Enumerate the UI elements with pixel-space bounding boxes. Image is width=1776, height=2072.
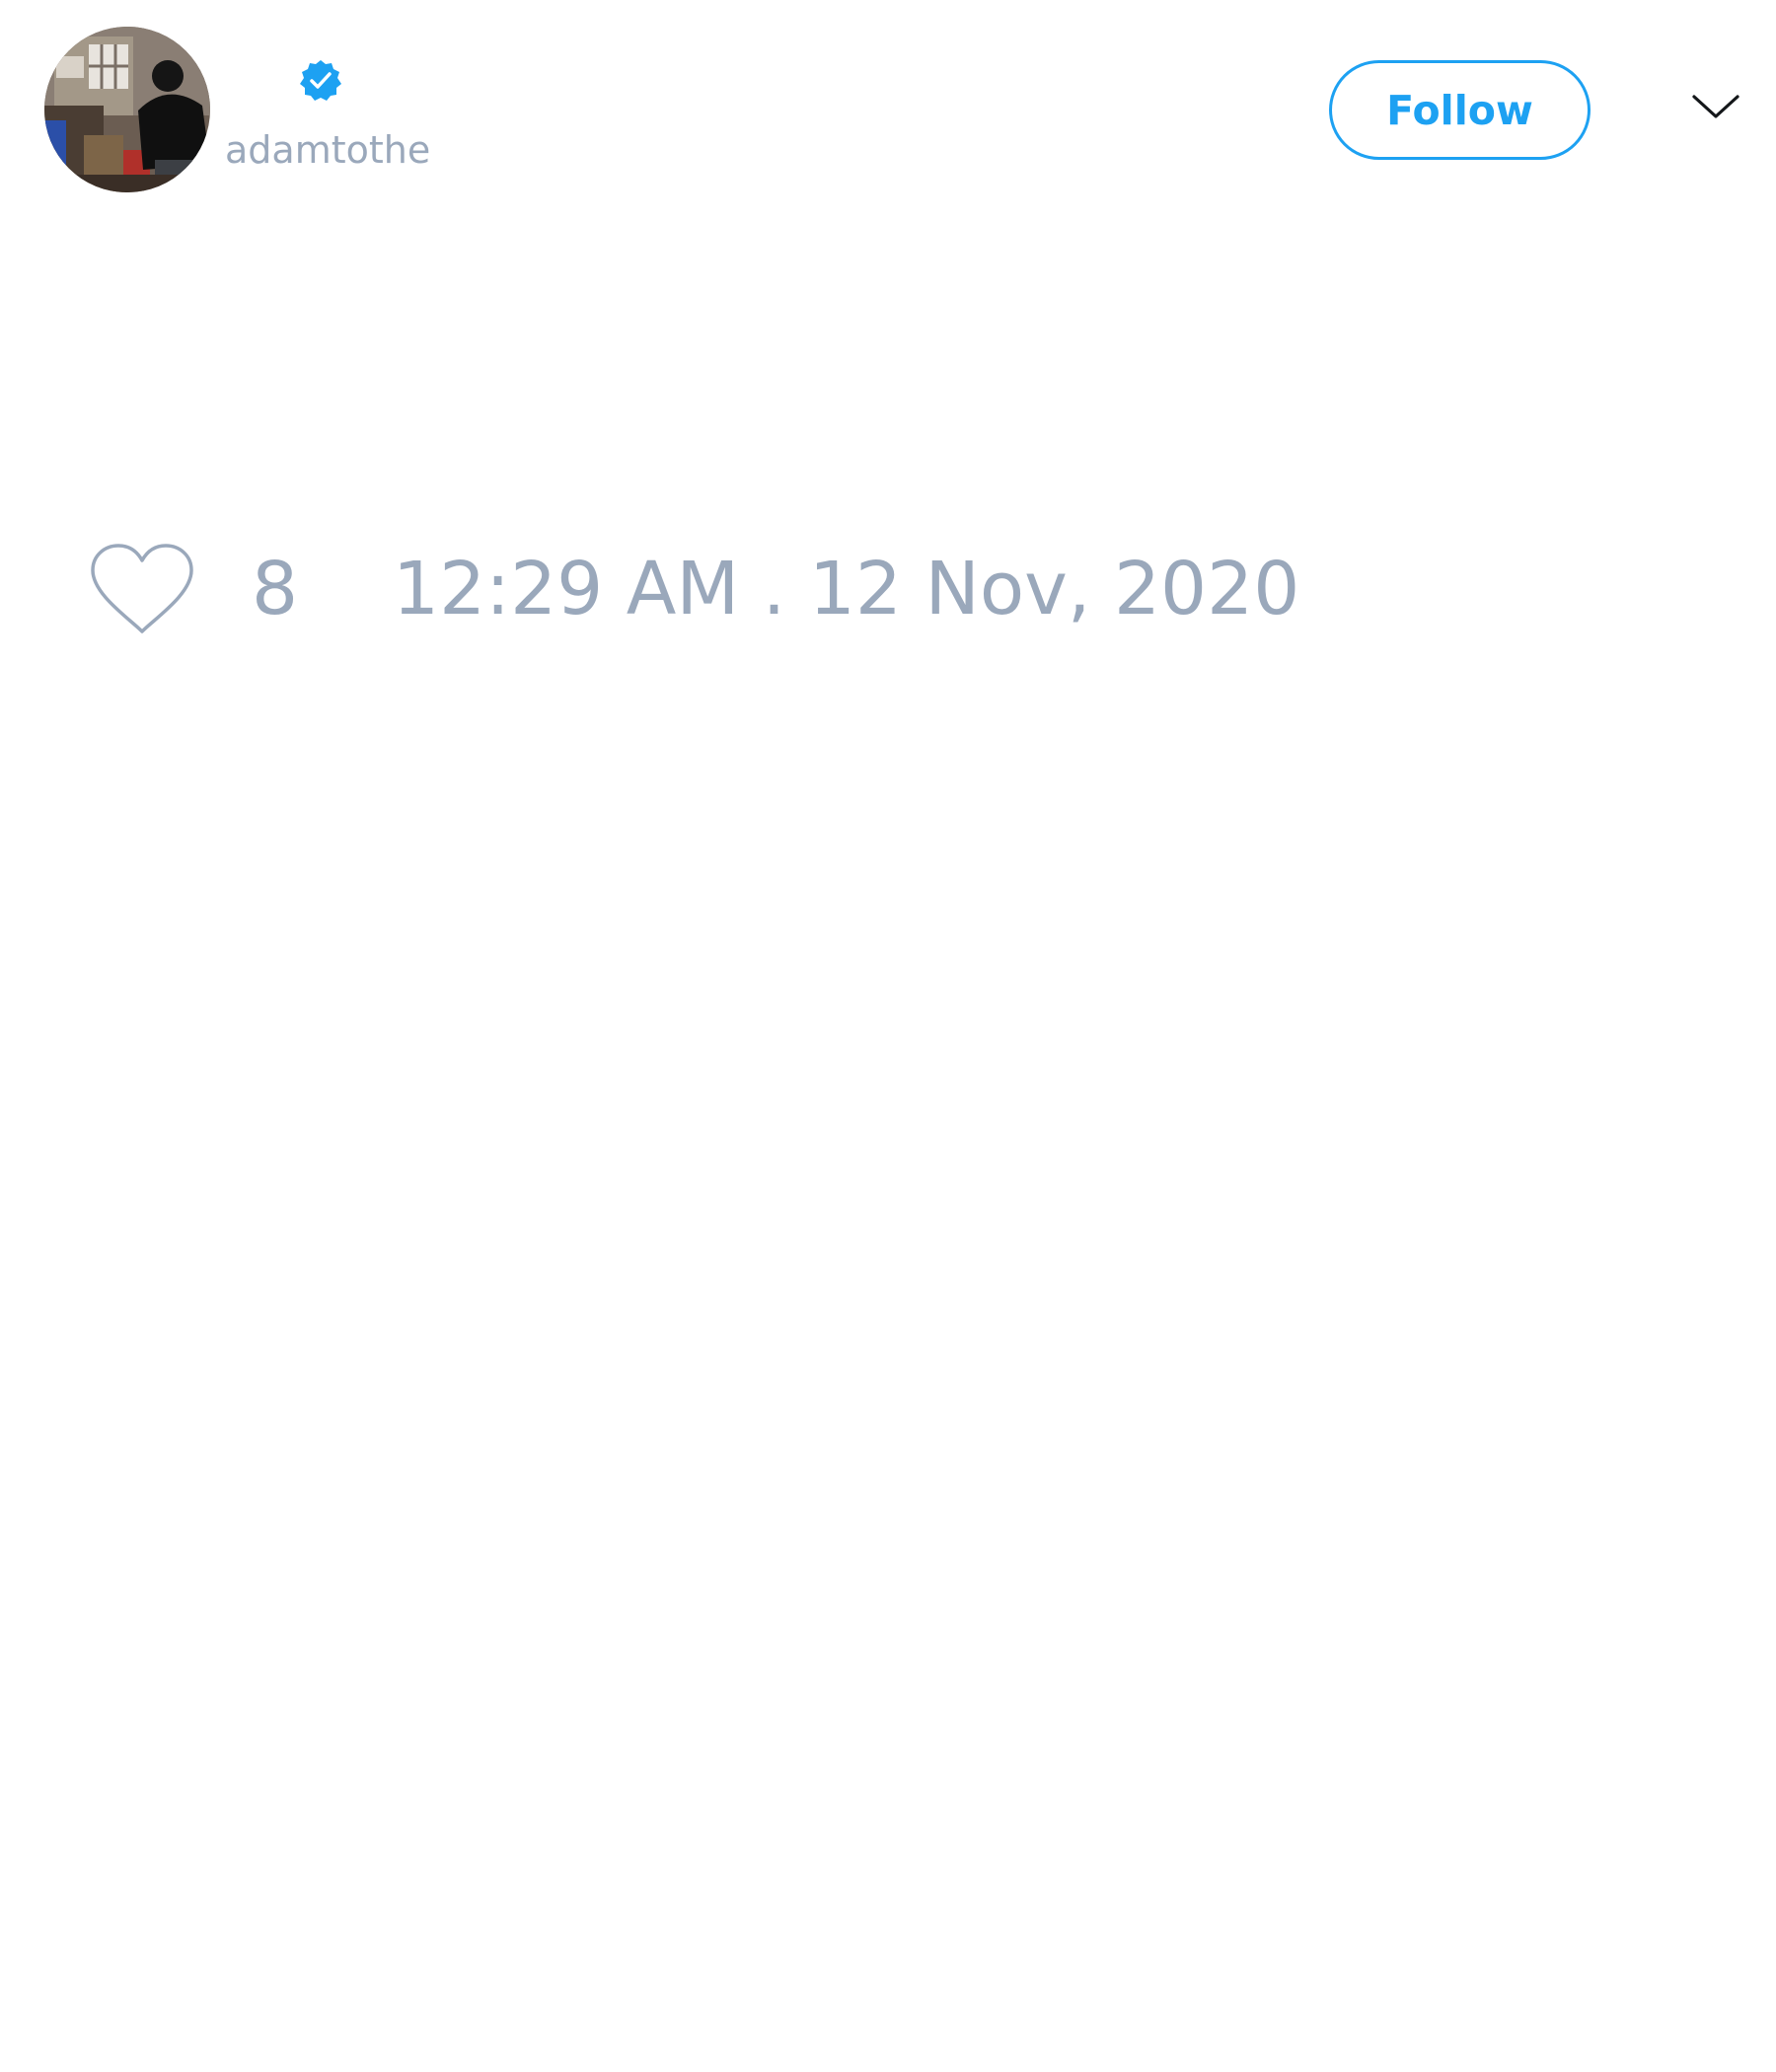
tweet-header: adamtothe Follow xyxy=(0,0,1776,217)
chevron-down-icon[interactable] xyxy=(1692,89,1739,124)
heart-outline-icon[interactable] xyxy=(89,543,195,635)
display-name-row xyxy=(225,51,343,111)
avatar-photo xyxy=(44,27,210,192)
tweet-footer: 8 12:29 AM . 12 Nov, 2020 xyxy=(0,533,1776,641)
tweet-timestamp[interactable]: 12:29 AM . 12 Nov, 2020 xyxy=(393,545,1299,633)
avatar[interactable] xyxy=(44,27,210,192)
like-count: 8 xyxy=(252,547,299,631)
verified-badge-icon xyxy=(298,58,343,104)
tweet-card: adamtothe Follow 8 12:29 AM . 12 Nov, 20… xyxy=(0,0,1776,2072)
user-block: adamtothe xyxy=(225,51,718,180)
follow-button[interactable]: Follow xyxy=(1329,60,1591,160)
tweet-text xyxy=(44,227,1722,503)
user-handle[interactable]: adamtothe xyxy=(225,128,430,172)
